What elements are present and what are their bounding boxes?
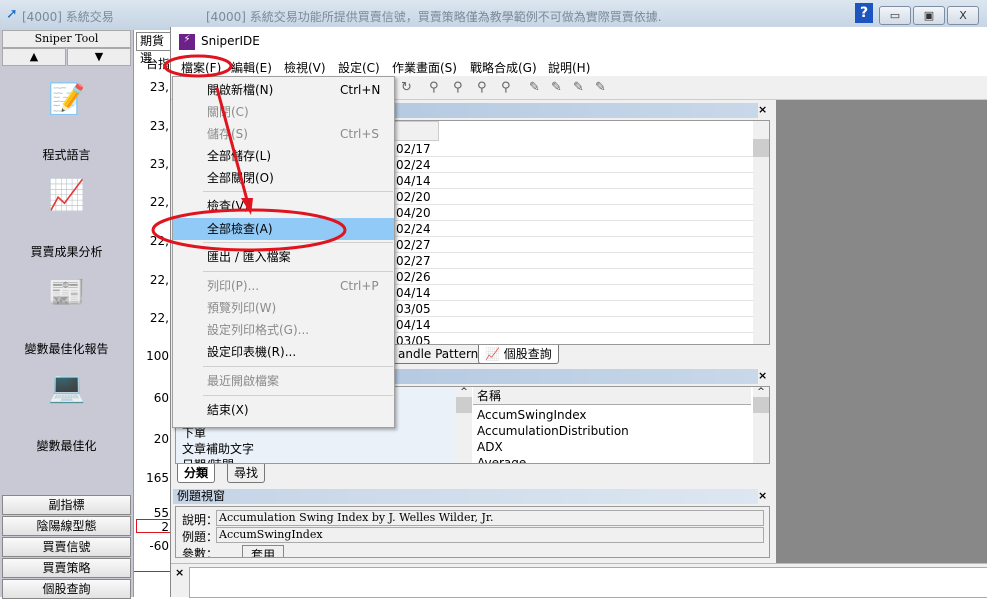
annotation-ellipse-check-all — [151, 208, 347, 252]
annotation-arrowhead — [241, 198, 253, 215]
annotation-ellipse-file — [163, 54, 233, 78]
annotation-arrow — [215, 87, 249, 201]
red-annotations — [151, 54, 347, 252]
